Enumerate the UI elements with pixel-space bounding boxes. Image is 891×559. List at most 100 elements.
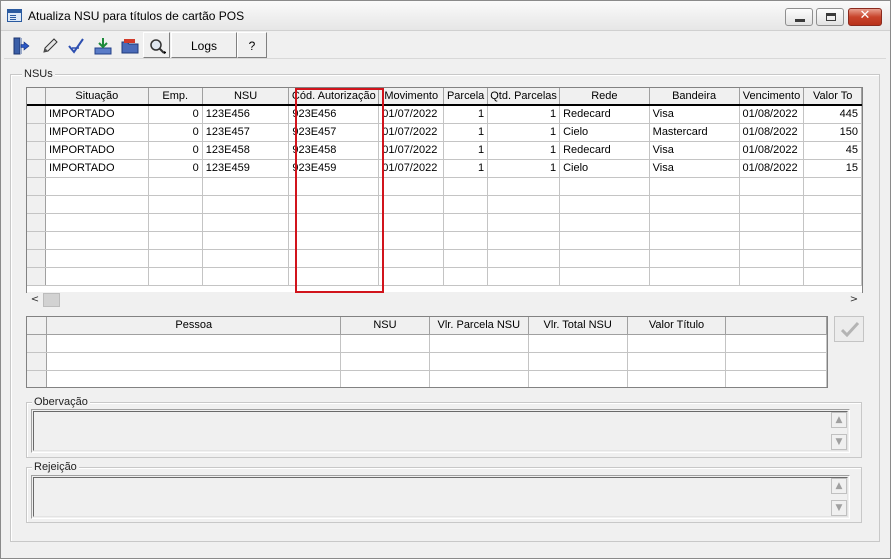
table-cell[interactable]: 1	[487, 104, 561, 124]
scroll-down-arrow[interactable]: ▼	[831, 434, 847, 450]
column-header[interactable]: Emp.	[148, 88, 203, 106]
table-cell[interactable]	[148, 177, 203, 196]
table-cell[interactable]	[559, 213, 650, 232]
table-cell[interactable]: 01/07/2022	[378, 123, 445, 142]
table-cell[interactable]	[45, 231, 149, 250]
nsu-grid[interactable]: Situação Emp. NSU Cód. Autorização Movim…	[26, 87, 863, 293]
column-header[interactable]: NSU	[202, 88, 290, 106]
table-cell[interactable]	[528, 334, 628, 353]
table-cell[interactable]: 15	[803, 159, 862, 178]
table-cell[interactable]: 123E458	[202, 141, 290, 160]
table-cell[interactable]	[627, 334, 727, 353]
table-cell[interactable]	[739, 267, 805, 286]
edit-button[interactable]	[36, 32, 62, 58]
table-cell[interactable]	[443, 195, 489, 214]
search-button[interactable]	[143, 32, 170, 58]
empty-row[interactable]	[27, 231, 862, 250]
table-cell[interactable]	[378, 213, 445, 232]
table-cell[interactable]: IMPORTADO	[45, 123, 149, 142]
row-indicator[interactable]	[27, 213, 46, 232]
column-header[interactable]: Vencimento	[739, 88, 805, 106]
help-button[interactable]: ?	[237, 32, 267, 58]
empty-row[interactable]	[27, 370, 827, 387]
table-cell[interactable]: 01/07/2022	[378, 104, 445, 124]
scrollbar-thumb[interactable]	[43, 293, 60, 307]
maximize-button[interactable]	[816, 8, 844, 26]
table-cell[interactable]: Visa	[649, 104, 740, 124]
table-cell[interactable]	[725, 370, 827, 387]
table-cell[interactable]	[378, 231, 445, 250]
column-header[interactable]: Bandeira	[649, 88, 740, 106]
table-cell[interactable]	[803, 267, 862, 286]
table-cell[interactable]	[649, 213, 740, 232]
table-cell[interactable]	[627, 352, 727, 371]
table-cell[interactable]	[487, 267, 561, 286]
row-indicator[interactable]	[27, 177, 46, 196]
table-cell[interactable]	[803, 249, 862, 268]
table-cell[interactable]	[649, 249, 740, 268]
table-row[interactable]: IMPORTADO 0 123E459 923E459 01/07/2022 1 1 Ciel…	[27, 159, 862, 178]
empty-row[interactable]	[27, 334, 827, 353]
empty-row[interactable]	[27, 213, 862, 232]
table-cell[interactable]	[443, 249, 489, 268]
logs-button[interactable]: Logs	[171, 32, 237, 58]
column-header[interactable]: Rede	[559, 88, 650, 106]
table-cell[interactable]: 150	[803, 123, 862, 142]
table-cell[interactable]	[45, 249, 149, 268]
column-header[interactable]: Parcela	[443, 88, 489, 106]
empty-row[interactable]	[27, 352, 827, 371]
empty-row[interactable]	[27, 249, 862, 268]
table-cell[interactable]	[378, 195, 445, 214]
table-cell[interactable]	[487, 195, 561, 214]
table-cell[interactable]	[559, 195, 650, 214]
table-cell[interactable]: 445	[803, 104, 862, 124]
column-header[interactable]: Vlr. Parcela NSU	[429, 317, 529, 335]
table-cell[interactable]: Redecard	[559, 141, 650, 160]
table-cell[interactable]	[649, 231, 740, 250]
table-cell[interactable]: 123E457	[202, 123, 290, 142]
table-cell[interactable]: 123E456	[202, 104, 290, 124]
table-cell[interactable]	[487, 213, 561, 232]
table-cell[interactable]: 01/07/2022	[378, 141, 445, 160]
table-cell[interactable]	[725, 352, 827, 371]
table-cell[interactable]: IMPORTADO	[45, 159, 149, 178]
table-cell[interactable]	[202, 231, 290, 250]
table-cell[interactable]	[148, 231, 203, 250]
row-indicator[interactable]	[27, 334, 48, 353]
table-cell[interactable]	[487, 249, 561, 268]
check-button[interactable]	[62, 32, 88, 58]
table-cell[interactable]: 123E459	[202, 159, 290, 178]
table-cell[interactable]	[148, 195, 203, 214]
table-cell[interactable]	[148, 249, 203, 268]
table-cell[interactable]	[340, 352, 430, 371]
table-cell[interactable]	[378, 177, 445, 196]
scroll-left-arrow[interactable]: <	[27, 292, 43, 308]
table-cell[interactable]: Mastercard	[649, 123, 740, 142]
empty-row[interactable]	[27, 195, 862, 214]
table-cell[interactable]: Redecard	[559, 104, 650, 124]
table-cell[interactable]	[559, 231, 650, 250]
column-header[interactable]: Vlr. Total NSU	[528, 317, 628, 335]
column-header[interactable]: Situação	[45, 88, 149, 106]
table-cell[interactable]	[45, 195, 149, 214]
table-cell[interactable]	[739, 177, 805, 196]
table-cell[interactable]: 1	[487, 141, 561, 160]
nsu-horizontal-scrollbar[interactable]: < >	[27, 292, 862, 308]
table-cell[interactable]	[803, 195, 862, 214]
table-cell[interactable]	[46, 370, 342, 387]
table-cell[interactable]	[725, 334, 827, 353]
table-cell[interactable]: 0	[148, 159, 203, 178]
titles-grid[interactable]: Pessoa NSU Vlr. Parcela NSU Vlr. Total N…	[26, 316, 828, 388]
table-cell[interactable]	[649, 267, 740, 286]
table-cell[interactable]	[429, 370, 529, 387]
table-cell[interactable]	[627, 370, 727, 387]
table-cell[interactable]	[649, 177, 740, 196]
confirm-button[interactable]	[834, 316, 864, 342]
table-cell[interactable]: IMPORTADO	[45, 104, 149, 124]
table-cell[interactable]: Cielo	[559, 159, 650, 178]
table-cell[interactable]: 01/07/2022	[378, 159, 445, 178]
row-indicator[interactable]	[27, 123, 46, 142]
table-cell[interactable]: 0	[148, 123, 203, 142]
table-cell[interactable]: 1	[487, 159, 561, 178]
table-cell[interactable]	[739, 213, 805, 232]
